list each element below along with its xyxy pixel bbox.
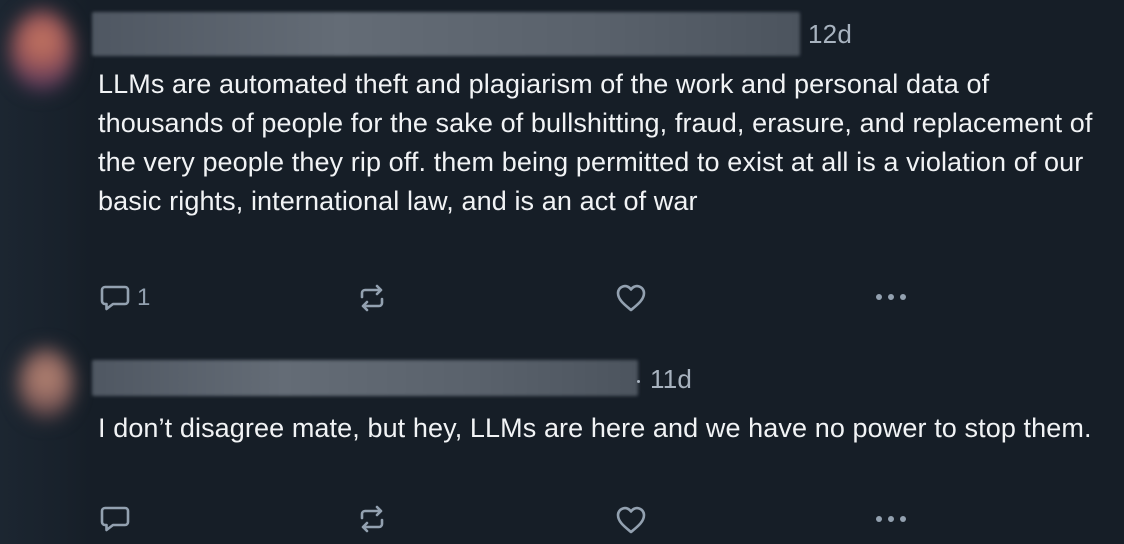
avatar[interactable] xyxy=(10,10,74,92)
reply-count: 1 xyxy=(137,284,151,311)
repost-arrows-icon xyxy=(358,505,386,533)
post-text: LLMs are automated theft and plagiarism … xyxy=(98,69,1093,216)
reply-button[interactable] xyxy=(100,505,137,533)
thread-view: 12d LLMs are automated theft and plagiar… xyxy=(0,0,1124,544)
speech-bubble-icon xyxy=(100,505,130,533)
post-timestamp[interactable]: 12d xyxy=(808,19,852,50)
blurred-author-name[interactable] xyxy=(92,12,800,56)
repost-button[interactable] xyxy=(358,505,386,533)
speech-bubble-icon xyxy=(100,284,130,312)
post-text: I don’t disagree mate, but hey, LLMs are… xyxy=(98,413,1092,443)
ellipsis-icon xyxy=(874,285,910,309)
repost-button[interactable] xyxy=(358,284,386,312)
ellipsis-icon xyxy=(874,507,910,531)
like-button[interactable] xyxy=(615,283,647,313)
blurred-author-name[interactable] xyxy=(92,360,638,396)
heart-icon xyxy=(615,283,647,313)
more-options-button[interactable] xyxy=(874,507,910,531)
separator-dot xyxy=(637,380,640,383)
avatar[interactable] xyxy=(18,348,74,420)
more-options-button[interactable] xyxy=(874,285,910,309)
repost-arrows-icon xyxy=(358,284,386,312)
heart-icon xyxy=(615,505,647,535)
post-timestamp[interactable]: 11d xyxy=(650,364,692,395)
reply-button[interactable]: 1 xyxy=(100,284,150,312)
like-button[interactable] xyxy=(615,505,647,535)
